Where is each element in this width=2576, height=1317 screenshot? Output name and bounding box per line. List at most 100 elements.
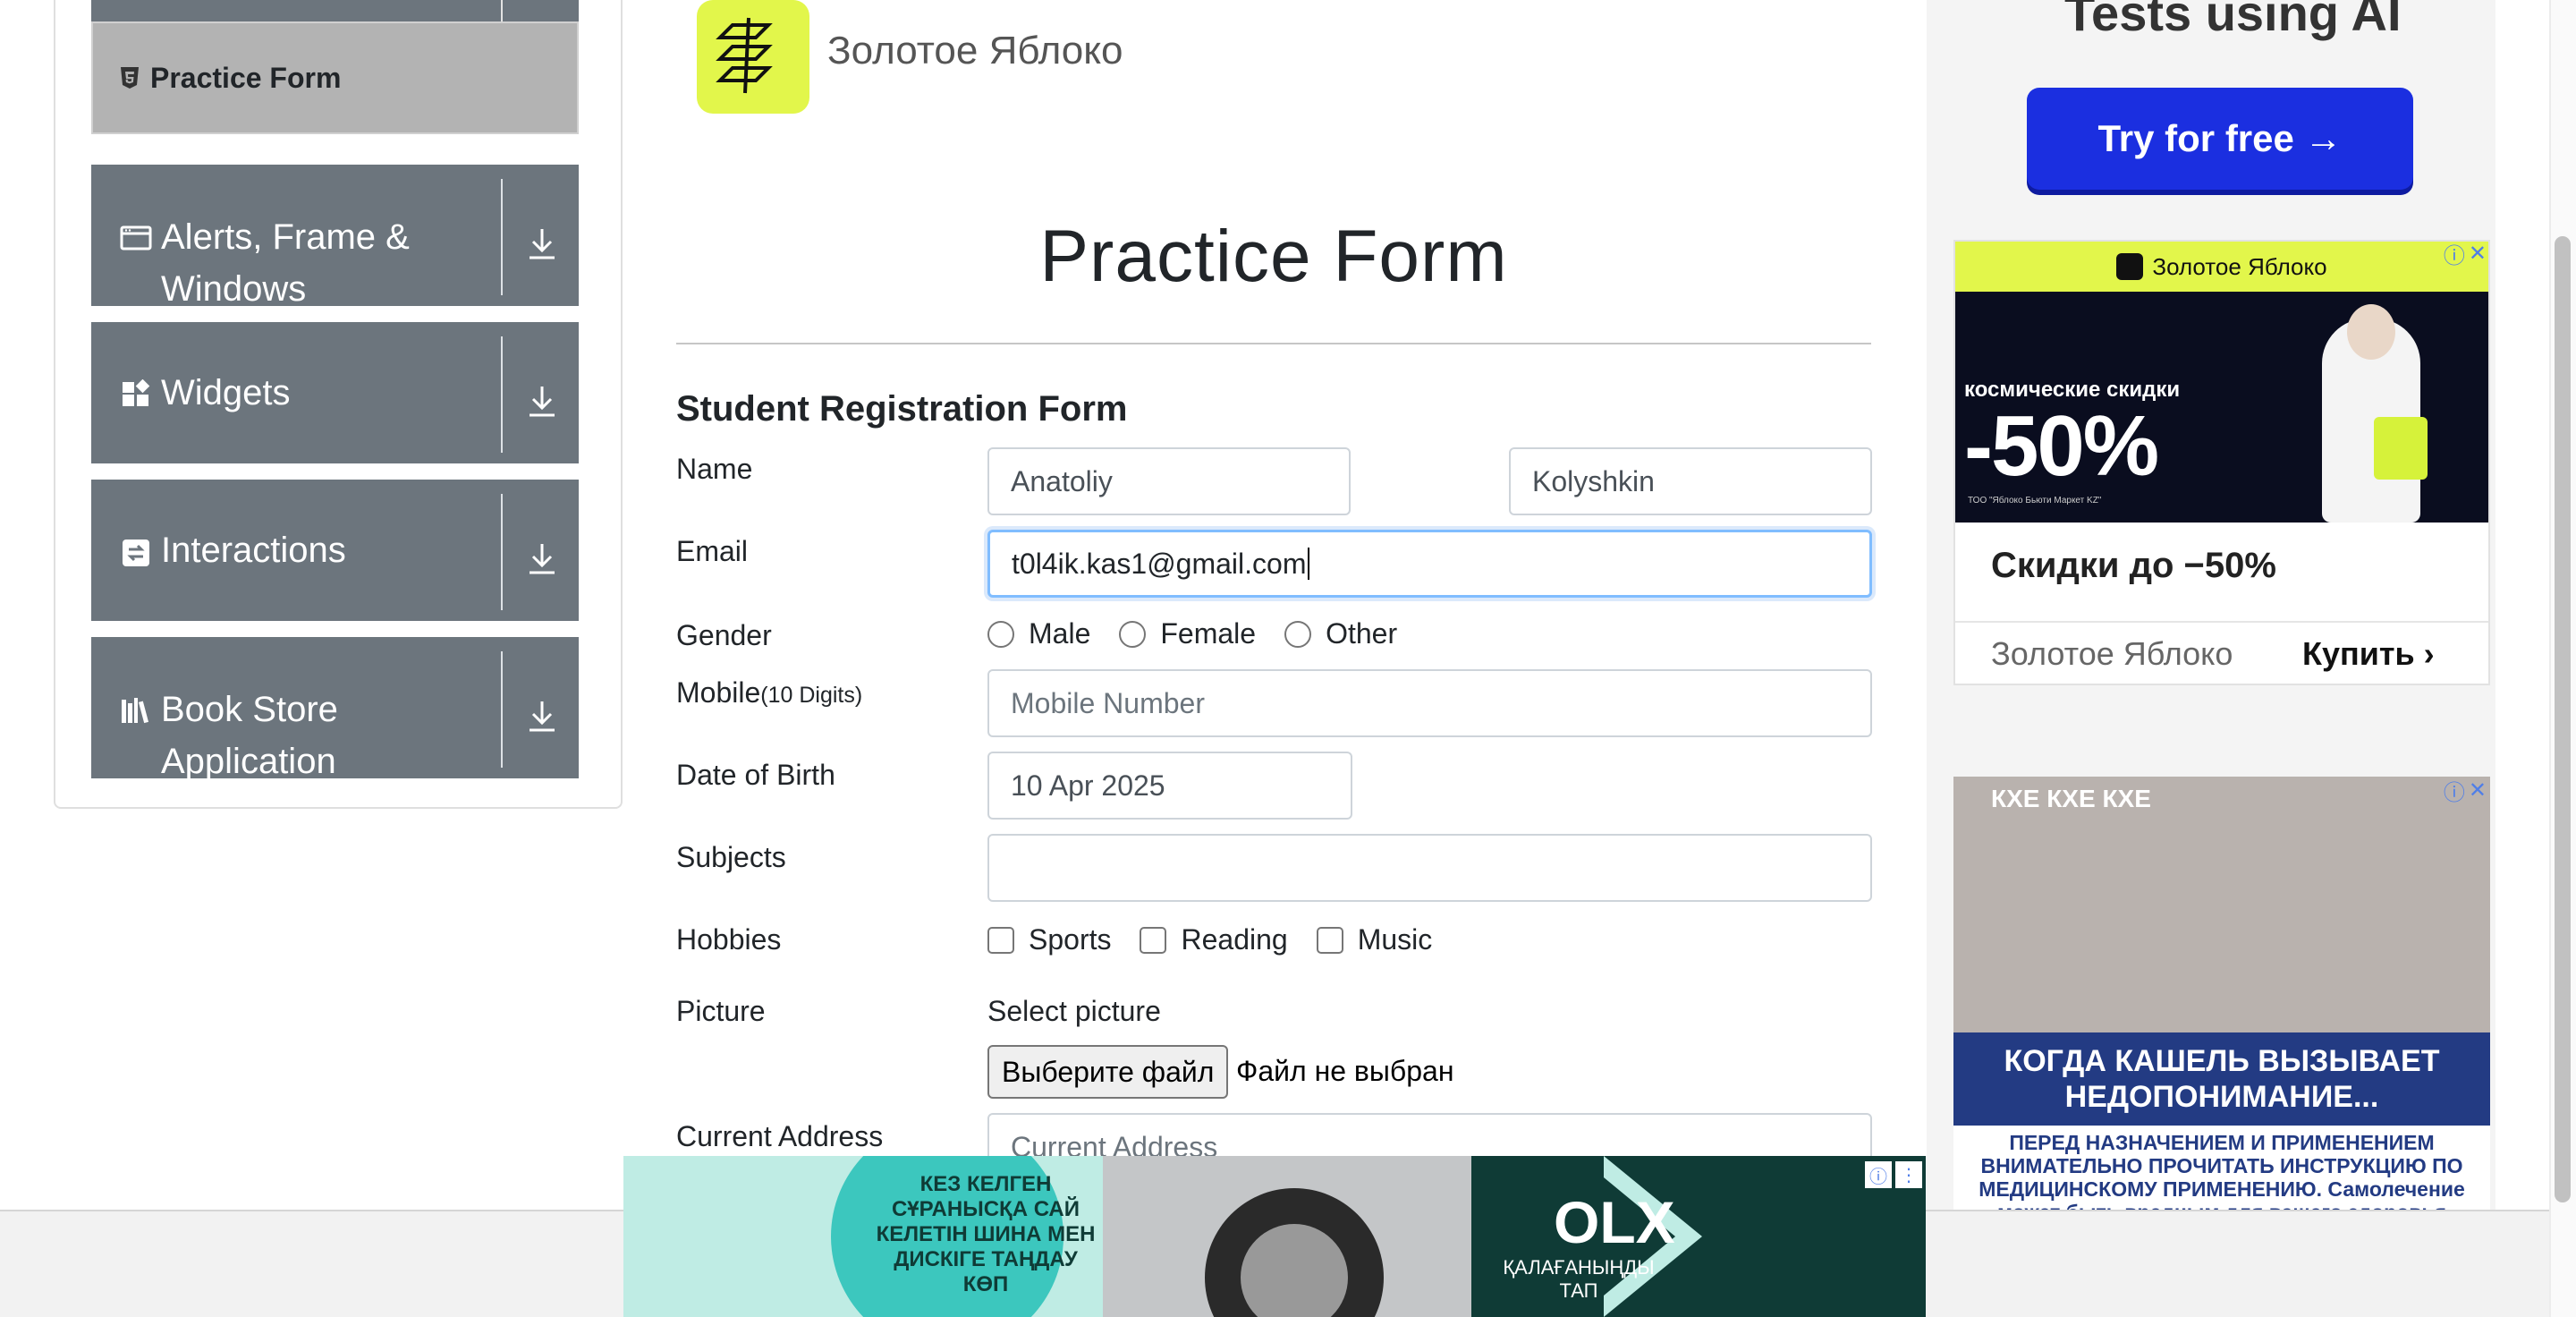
- checkbox-reading[interactable]: [1140, 926, 1167, 954]
- radio-label: Other: [1326, 617, 1398, 650]
- close-icon[interactable]: ✕: [2469, 241, 2487, 267]
- gender-male-option[interactable]: Male: [987, 617, 1090, 650]
- radio-other[interactable]: [1284, 620, 1312, 648]
- sidebar-group-forms[interactable]: [91, 0, 579, 21]
- checkbox-music[interactable]: [1316, 926, 1343, 954]
- email-value: t0l4ik.kas1@gmail.com: [1012, 547, 1307, 580]
- checkbox-label: Music: [1357, 923, 1433, 956]
- radio-label: Male: [1029, 617, 1091, 650]
- email-label: Email: [676, 535, 749, 567]
- group-title: Book Store Application: [161, 690, 338, 781]
- sidebar-group-interactions[interactable]: Interactions: [91, 480, 579, 621]
- checkbox-label: Sports: [1029, 923, 1112, 956]
- books-icon: [122, 698, 149, 724]
- brand-logo[interactable]: [697, 0, 809, 114]
- ad-controls[interactable]: ⓘ ✕: [2436, 775, 2487, 806]
- ad-info-icon[interactable]: ⓘ: [2444, 775, 2465, 806]
- form-heading: Student Registration Form: [676, 389, 1128, 429]
- file-status: Файл не выбран: [1236, 1055, 1454, 1087]
- sidebar-item-practice-form[interactable]: Practice Form: [91, 21, 579, 134]
- ad-controls[interactable]: ⓘ ✕: [2436, 238, 2487, 269]
- olx-subtext: ҚАЛАҒАНЫҢДЫ ТАП: [1503, 1256, 1655, 1302]
- hobbies-label: Hobbies: [676, 923, 782, 956]
- divider: [676, 343, 1871, 344]
- sidebar-group-widgets[interactable]: Widgets: [91, 322, 579, 463]
- separator: [501, 651, 503, 768]
- dob-label: Date of Birth: [676, 759, 835, 791]
- ad-zolotoe-yabloko[interactable]: Золотое Яблоко космические скидки -50% Т…: [1953, 240, 2490, 685]
- hobby-sports-option[interactable]: Sports: [987, 923, 1111, 956]
- download-icon[interactable]: [526, 383, 558, 419]
- select-picture-label: Select picture: [987, 995, 1161, 1027]
- widgets-icon: [123, 379, 150, 406]
- hobby-options: Sports Reading Music: [987, 923, 1461, 956]
- divider: [1955, 621, 2488, 623]
- radio-female[interactable]: [1119, 620, 1147, 648]
- brand-mini-icon: [2116, 253, 2144, 280]
- sidebar-group-alerts[interactable]: Alerts, Frame & Windows: [91, 165, 579, 309]
- ad-photo: [1953, 777, 2490, 1032]
- text-caret: [1308, 548, 1310, 580]
- sidebar-group-bookstore[interactable]: Book Store Application: [91, 637, 579, 781]
- hobby-music-option[interactable]: Music: [1316, 923, 1433, 956]
- first-name-input[interactable]: Anatoliy: [987, 447, 1351, 515]
- radio-male[interactable]: [987, 620, 1014, 648]
- hobby-reading-option[interactable]: Reading: [1140, 923, 1288, 956]
- bottom-ad-banner[interactable]: КЕЗ КЕЛГЕН СҰРАНЫСҚА САЙ КЕЛЕТІН ШИНА МЕ…: [623, 1156, 1926, 1317]
- ad-cta[interactable]: Купить ›: [2302, 635, 2435, 673]
- ad-banner-text: КОГДА КАШЕЛЬ ВЫЗЫВАЕТ НЕДОПОНИМАНИЕ...: [1953, 1032, 2490, 1126]
- close-icon[interactable]: ✕: [2469, 777, 2487, 803]
- checkbox-label: Reading: [1181, 923, 1288, 956]
- group-title: Alerts, Frame & Windows: [161, 217, 410, 309]
- choose-file-button[interactable]: Выберите файл: [987, 1045, 1229, 1099]
- dob-value: 10 Apr 2025: [1011, 769, 1165, 802]
- checkbox-sports[interactable]: [987, 926, 1014, 954]
- ad-kxe-text: КХЕ КХЕ КХЕ: [1991, 785, 2151, 812]
- ad-controls[interactable]: ⓘ ⋮: [1865, 1161, 1922, 1188]
- ad-header: Золотое Яблоко: [1955, 242, 2488, 292]
- ad-cough-medicine[interactable]: КХЕ КХЕ КХЕ КОГДА КАШЕЛЬ ВЫЗЫВАЕТ НЕДОПО…: [1953, 777, 2490, 1210]
- download-icon[interactable]: [526, 225, 558, 261]
- mobile-input[interactable]: Mobile Number: [987, 669, 1872, 737]
- download-icon[interactable]: [526, 698, 558, 734]
- page-title: Practice Form: [1039, 216, 1508, 297]
- logo-mark-icon: [716, 17, 773, 94]
- brand-name[interactable]: Золотое Яблоко: [827, 29, 1123, 73]
- gender-female-option[interactable]: Female: [1119, 617, 1256, 650]
- gender-label: Gender: [676, 619, 772, 651]
- ad-top-text: Tests using AI: [2064, 0, 2402, 41]
- sidebar-item-label: Practice Form: [150, 61, 342, 94]
- picture-label: Picture: [676, 995, 766, 1027]
- subjects-input[interactable]: [987, 834, 1872, 902]
- gender-other-option[interactable]: Other: [1284, 617, 1397, 650]
- ad-disclaimer: ПЕРЕД НАЗНАЧЕНИЕМ И ПРИМЕНЕНИЕМ ВНИМАТЕЛ…: [1953, 1126, 2490, 1210]
- ad-fine-print: ТОО "Яблоко Бьюти Маркет KZ": [1968, 496, 2102, 506]
- name-label: Name: [676, 453, 753, 485]
- download-icon[interactable]: [526, 540, 558, 576]
- dob-input[interactable]: 10 Apr 2025: [987, 752, 1352, 820]
- ad-info-icon[interactable]: ⓘ: [2444, 238, 2465, 269]
- address-label: Current Address: [676, 1120, 884, 1152]
- more-icon[interactable]: ⋮: [1895, 1161, 1922, 1188]
- separator: [501, 0, 503, 21]
- subjects-label: Subjects: [676, 841, 786, 873]
- scrollbar-thumb[interactable]: [2555, 236, 2571, 1202]
- html5-icon: [121, 67, 139, 89]
- group-title: Interactions: [161, 531, 346, 570]
- try-for-free-button[interactable]: Try for free →: [2027, 88, 2413, 190]
- shopping-bag-icon: [2374, 417, 2428, 480]
- gender-options: Male Female Other: [987, 617, 1426, 650]
- ad-brand: Золотое Яблоко: [1991, 635, 2233, 672]
- last-name-input[interactable]: Kolyshkin: [1509, 447, 1872, 515]
- model-head: [2347, 304, 2395, 360]
- separator: [501, 336, 503, 453]
- ad-info-icon[interactable]: ⓘ: [1865, 1161, 1892, 1188]
- mobile-placeholder: Mobile Number: [1011, 686, 1205, 719]
- olx-logo: OLX: [1554, 1189, 1675, 1255]
- ad-cta-label: Купить: [2302, 635, 2415, 672]
- email-input[interactable]: t0l4ik.kas1@gmail.com: [987, 530, 1872, 598]
- separator: [501, 179, 503, 295]
- ad-kz-text: КЕЗ КЕЛГЕН СҰРАНЫСҚА САЙ КЕЛЕТІН ШИНА МЕ…: [876, 1172, 1096, 1296]
- mobile-label-text: Mobile: [676, 676, 761, 709]
- group-title: Widgets: [161, 373, 291, 412]
